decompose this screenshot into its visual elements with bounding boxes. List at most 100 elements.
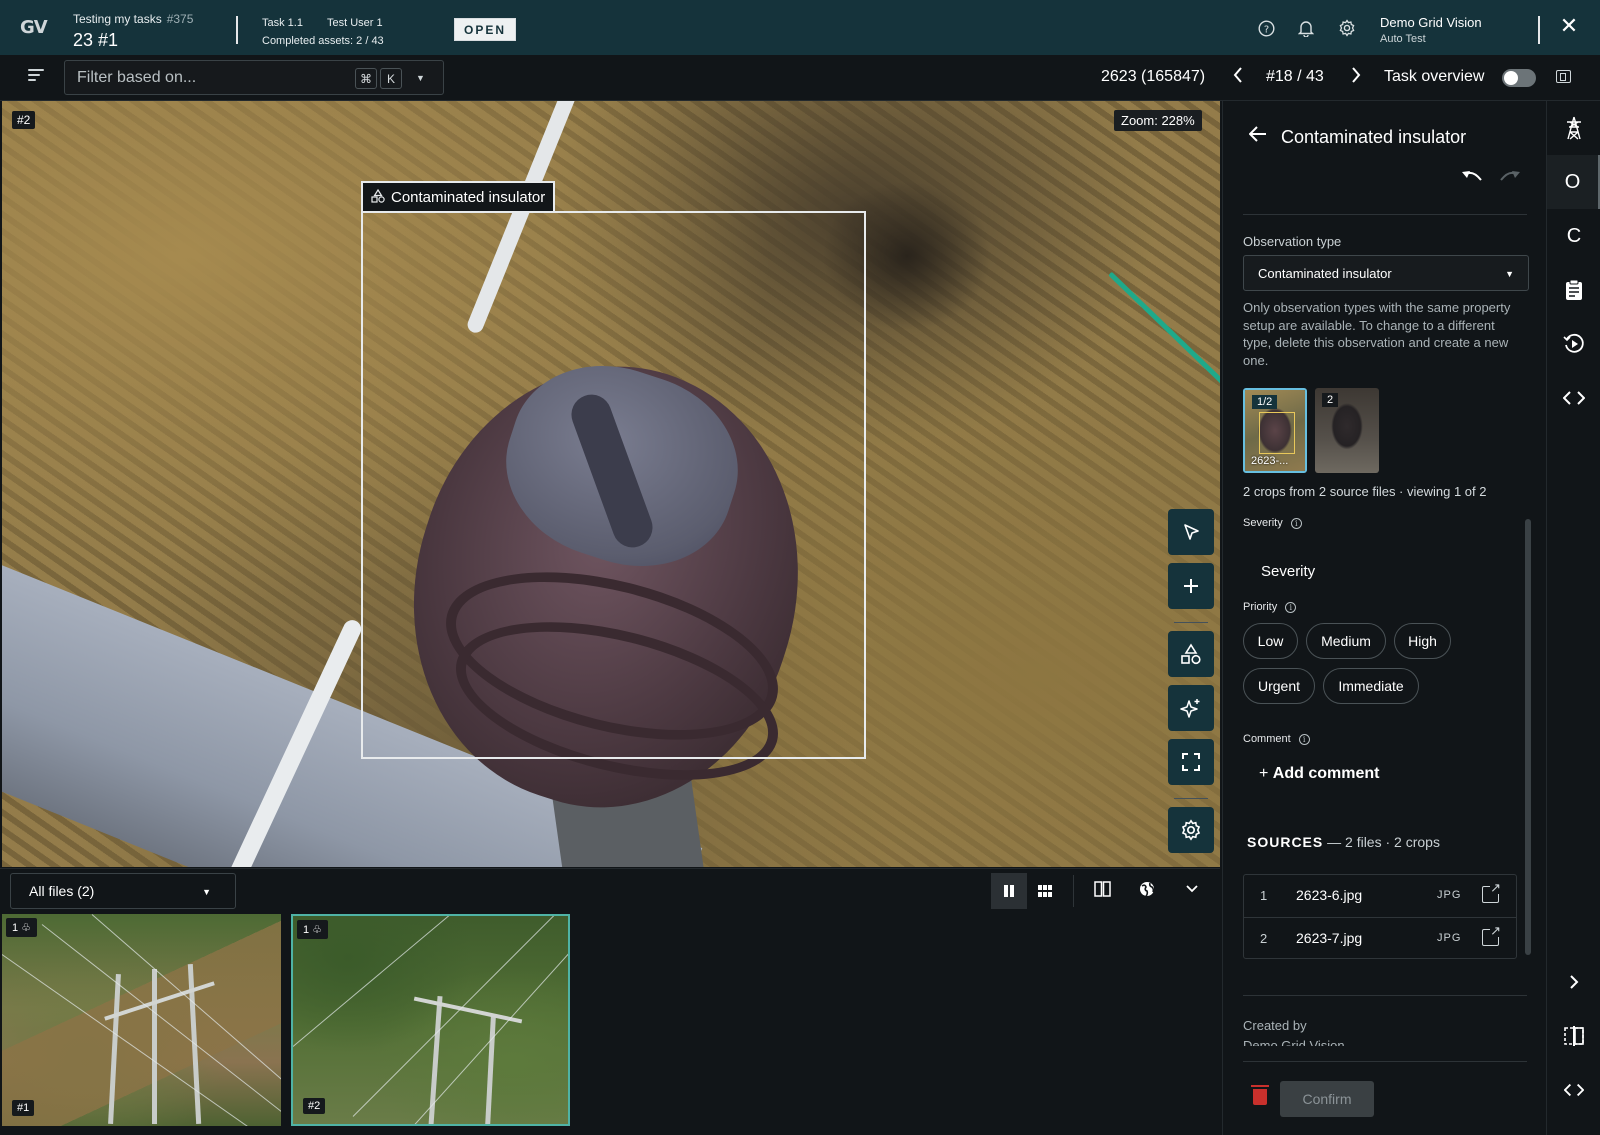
shapes-tool[interactable] [1168,631,1214,677]
undo-icon[interactable] [1461,167,1483,190]
sources-title: SOURCES [1247,834,1324,850]
assignee: Test User 1 [326,17,383,29]
info-icon[interactable]: i [1298,733,1310,745]
thumbnail-number: #1 [12,1100,35,1116]
observations-tab[interactable]: O [1547,155,1600,209]
open-external-icon[interactable] [1482,881,1501,903]
panel-layout-icon[interactable] [1556,70,1571,83]
add-comment-label: Add comment [1272,765,1380,782]
play-history-icon[interactable] [1547,317,1600,371]
thumbnail-2[interactable]: 1 ♧ #2 [291,914,570,1126]
code-icon[interactable] [1547,1063,1600,1117]
crop-thumbnail-1[interactable]: 1/2 2623-... [1243,388,1307,473]
panel-scrollbar[interactable] [1525,519,1531,955]
crops-summary: 2 crops from 2 source files · viewing 1 … [1243,484,1487,499]
source-type: JPG [1437,932,1462,944]
toolbar-divider [1174,798,1208,799]
task-meta: Task 1.1 Test User 1 Completed assets: 2 … [262,14,407,50]
filter-input[interactable] [77,67,337,89]
chevron-left-icon[interactable] [1232,66,1244,89]
gear-icon[interactable] [1338,19,1356,37]
app-logo[interactable]: GV [20,17,48,38]
side-rail: O C [1546,101,1600,1135]
globe-icon[interactable] [1137,879,1157,899]
user-menu[interactable]: Demo Grid Vision Auto Test [1380,14,1482,48]
observation-panel: Contaminated insulator Observation type … [1222,101,1546,1135]
chevron-down-icon[interactable] [1182,879,1202,899]
comment-label-row: Comment i [1243,733,1310,745]
fullscreen-icon [1182,753,1200,771]
shortcut-k-key: K [380,68,402,89]
clipboard-icon[interactable] [1547,263,1600,317]
info-icon[interactable]: i [1285,601,1297,613]
completed-assets: Completed assets: 2 / 43 [262,35,384,47]
priority-chip-medium[interactable]: Medium [1306,623,1386,659]
chevron-right-icon[interactable] [1547,955,1600,1009]
task-numbers: 23 #1 [73,30,119,50]
files-dropdown[interactable]: All files (2) ▼ [10,873,236,909]
open-external-icon[interactable] [1482,924,1501,946]
annotation-label[interactable]: Contaminated insulator [361,181,556,211]
source-row[interactable]: 2 2623-7.jpg JPG [1244,917,1516,958]
source-index: 1 [1260,888,1268,903]
files-dropdown-value: All files (2) [29,883,95,899]
confirm-button[interactable]: Confirm [1280,1081,1374,1117]
zoom-level: Zoom: 228% [1114,110,1202,131]
header-divider [236,16,238,44]
observation-type-select[interactable]: Contaminated insulator ▼ [1243,255,1529,291]
help-icon[interactable]: ? [1257,19,1275,37]
svg-text:?: ? [1263,24,1268,35]
viewer-settings-tool[interactable] [1168,807,1214,853]
bell-icon[interactable] [1297,19,1315,37]
created-by-label: Created by [1243,1018,1307,1033]
thumbnail-1[interactable]: 1 ♧ #1 [2,914,281,1126]
annotation-bounding-box[interactable] [361,211,866,759]
trash-icon[interactable] [1251,1085,1269,1105]
rail-label: C [1566,224,1582,247]
crop-badge: 2 [1322,393,1339,407]
severity-label-row: Severity i [1243,517,1302,529]
priority-chip-high[interactable]: High [1394,623,1451,659]
sources-meta: — 2 files · 2 crops [1327,834,1440,850]
pointer-arrow-annotation [1108,271,1220,397]
fullscreen-tool[interactable] [1168,739,1214,785]
priority-chip-low[interactable]: Low [1243,623,1298,659]
filter-menu-icon[interactable] [28,69,44,83]
ai-assist-tool[interactable] [1168,685,1214,731]
back-arrow-icon[interactable] [1248,125,1267,148]
image-viewer[interactable]: #2 Zoom: 228% Contaminated insulator [2,101,1220,867]
code-icon[interactable] [1547,371,1600,425]
pointer-tool[interactable] [1168,509,1214,555]
divider [1243,1061,1527,1062]
tower-icon[interactable] [1547,101,1600,155]
source-index: 2 [1260,931,1268,946]
chevron-right-icon[interactable] [1350,66,1362,89]
add-comment-button[interactable]: + Add comment [1259,765,1379,783]
priority-chip-immediate[interactable]: Immediate [1323,668,1419,704]
split-view-icon[interactable] [1547,1009,1600,1063]
task-overview-toggle[interactable] [1502,69,1536,87]
divider [1243,214,1527,215]
close-icon[interactable]: ✕ [1558,15,1580,37]
annotation-count-badge: 1 ♧ [6,918,38,937]
plus-icon: + [1259,765,1273,782]
compare-view-icon[interactable] [1092,879,1112,899]
source-row[interactable]: 1 2623-6.jpg JPG [1244,875,1516,916]
info-icon[interactable]: i [1290,517,1302,529]
source-filename: 2623-7.jpg [1296,930,1363,946]
single-column-view-button[interactable] [991,873,1027,909]
crop-thumbnail-2[interactable]: 2 [1315,388,1379,473]
observation-type-label: Observation type [1243,234,1342,249]
grid-view-button[interactable] [1027,873,1063,909]
comments-tab[interactable]: C [1547,209,1600,263]
header-divider [1538,16,1540,44]
asset-id: 2623 (165847) [1101,68,1206,85]
top-bar: GV Testing my tasks #375 23 #1 Task 1.1 Te… [0,0,1600,55]
crop-bounding-box [1259,412,1295,454]
add-tool[interactable] [1168,563,1214,609]
priority-chip-urgent[interactable]: Urgent [1243,668,1315,704]
redo-icon[interactable] [1499,167,1521,190]
severity-value[interactable]: Severity [1261,563,1315,580]
crop-badge: 1/2 [1252,395,1278,409]
caret-down-icon[interactable]: ▼ [416,73,425,83]
